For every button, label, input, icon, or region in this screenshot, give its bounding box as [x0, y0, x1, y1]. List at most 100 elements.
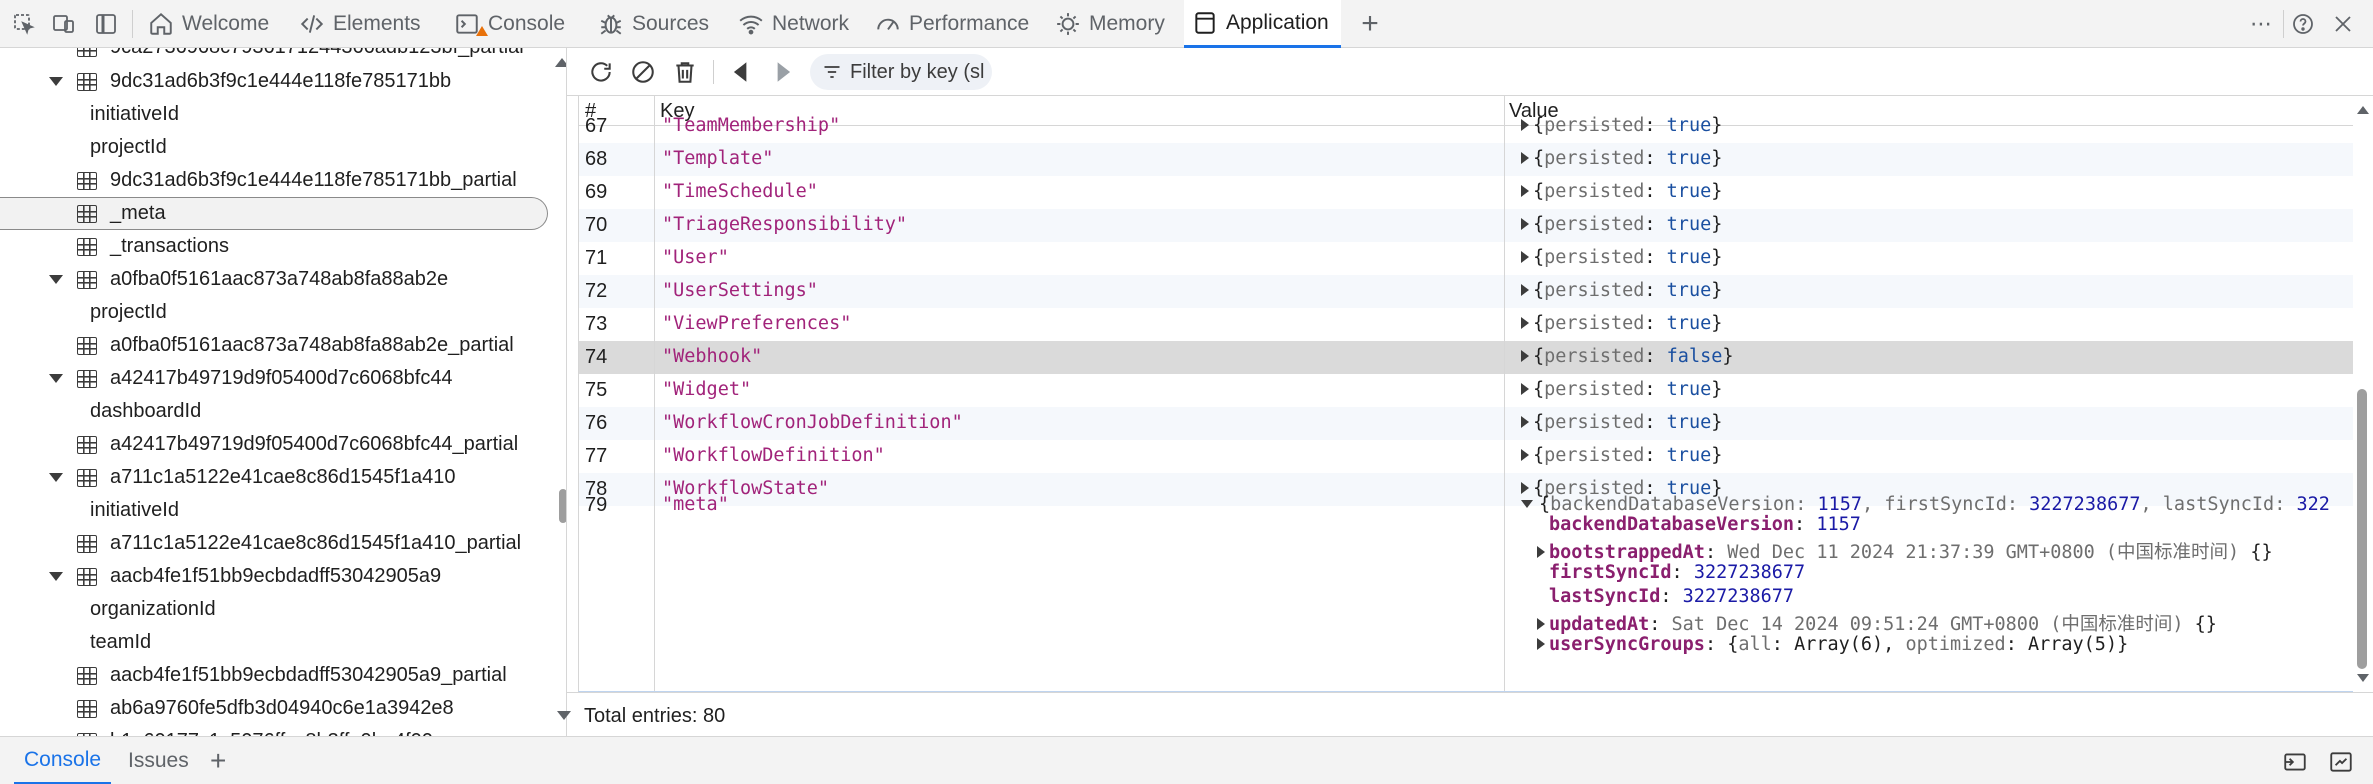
dock-side-icon[interactable]: [92, 10, 120, 38]
refresh-icon[interactable]: [587, 58, 615, 86]
row-value[interactable]: {persisted: false}: [1521, 346, 1734, 367]
row-value[interactable]: {persisted: true}: [1521, 379, 1722, 400]
tree-item[interactable]: a711c1a5122e41cae8c86d1545f1a410: [0, 461, 548, 494]
pane-divider[interactable]: [566, 48, 567, 736]
expand-arrow-icon[interactable]: [1521, 284, 1529, 296]
expand-arrow-icon[interactable]: [49, 572, 63, 581]
expand-arrow-icon[interactable]: [1521, 251, 1529, 263]
previous-page-icon[interactable]: [727, 58, 755, 86]
tab-welcome[interactable]: Welcome: [148, 0, 269, 48]
tree-item[interactable]: a0fba0f5161aac873a748ab8fa88ab2e_partial: [0, 329, 548, 362]
expand-arrow-icon[interactable]: [49, 77, 63, 86]
delete-selected-icon[interactable]: [671, 58, 699, 86]
row-value[interactable]: {persisted: true}: [1521, 412, 1722, 433]
collapse-arrow-icon[interactable]: [557, 711, 571, 720]
tree-item[interactable]: initiativeId: [0, 494, 548, 527]
expand-arrow-icon[interactable]: [1521, 350, 1529, 362]
row-value[interactable]: {persisted: true}: [1521, 280, 1722, 301]
tab-sources[interactable]: Sources: [598, 0, 709, 48]
expand-arrow-icon[interactable]: [49, 473, 63, 482]
tab-application[interactable]: Application: [1184, 0, 1341, 48]
meta-prop-bootstrapped-at[interactable]: bootstrappedAt: Wed Dec 11 2024 21:37:39…: [1537, 538, 2273, 564]
row-value[interactable]: {persisted: true}: [1521, 445, 1722, 466]
expand-arrow-icon[interactable]: [1521, 383, 1529, 395]
scrollbar-thumb[interactable]: [2357, 389, 2367, 669]
tab-performance[interactable]: Performance: [875, 0, 1029, 48]
scroll-up-icon[interactable]: [2357, 106, 2369, 114]
scroll-down-icon[interactable]: [2357, 674, 2369, 682]
row-value[interactable]: {persisted: true}: [1521, 313, 1722, 334]
expand-arrow-icon[interactable]: [1537, 638, 1545, 650]
tree-item[interactable]: dashboardId: [0, 395, 548, 428]
tree-item[interactable]: a0fba0f5161aac873a748ab8fa88ab2e: [0, 263, 548, 296]
expand-arrow-icon[interactable]: [1537, 546, 1545, 558]
row-value[interactable]: {persisted: true}: [1521, 247, 1722, 268]
tree-item[interactable]: 9dc31ad6b3f9c1e444e118fe785171bb_partial: [0, 164, 548, 197]
expand-arrow-icon[interactable]: [49, 374, 63, 383]
tree-item[interactable]: initiativeId: [0, 98, 548, 131]
clear-all-icon[interactable]: [629, 58, 657, 86]
table-row[interactable]: 69 "TimeSchedule" {persisted: true}: [579, 176, 2353, 209]
device-toolbar-icon[interactable]: [50, 10, 78, 38]
table-row[interactable]: 75 "Widget" {persisted: true}: [579, 374, 2353, 407]
tree-item[interactable]: 9dc31ad6b3f9c1e444e118fe785171bb: [0, 65, 548, 98]
expand-arrow-icon[interactable]: [1521, 119, 1529, 131]
tree-item[interactable]: ab6a9760fe5dfb3d04940c6e1a3942e8: [0, 692, 548, 725]
row-value[interactable]: {persisted: true}: [1521, 214, 1722, 235]
tree-item[interactable]: aacb4fe1f51bb9ecbdadff53042905a9: [0, 560, 548, 593]
table-row[interactable]: 74 "Webhook" {persisted: false}: [579, 341, 2353, 374]
meta-prop-user-sync-groups[interactable]: userSyncGroups: {all: Array(6), optimize…: [1537, 634, 2128, 655]
table-row[interactable]: 77 "WorkflowDefinition" {persisted: true}: [579, 440, 2353, 473]
column-divider[interactable]: [654, 96, 655, 691]
tree-item[interactable]: a42417b49719d9f05400d7c6068bfc44: [0, 362, 548, 395]
table-row[interactable]: 73 "ViewPreferences" {persisted: true}: [579, 308, 2353, 341]
collapse-arrow-icon[interactable]: [1521, 500, 1533, 508]
meta-prop-updated-at[interactable]: updatedAt: Sat Dec 14 2024 09:51:24 GMT+…: [1537, 610, 2217, 636]
tab-console[interactable]: Console: [454, 0, 565, 48]
expand-arrow-icon[interactable]: [1537, 618, 1545, 630]
add-tab-button[interactable]: +: [1356, 7, 1384, 40]
expand-arrow-icon[interactable]: [1521, 449, 1529, 461]
expand-arrow-icon[interactable]: [1521, 185, 1529, 197]
drawer-tab-issues[interactable]: Issues: [128, 737, 189, 784]
tab-network[interactable]: Network: [738, 0, 849, 48]
tree-item[interactable]: aacb4fe1f51bb9ecbdadff53042905a9_partial: [0, 659, 548, 692]
expand-arrow-icon[interactable]: [1521, 218, 1529, 230]
drawer-tab-console[interactable]: Console: [14, 737, 112, 784]
expand-arrow-icon[interactable]: [49, 275, 63, 284]
table-row-expanded[interactable]: 79 "meta" {backendDatabaseVersion: 1157,…: [579, 489, 2353, 691]
table-row[interactable]: 71 "User" {persisted: true}: [579, 242, 2353, 275]
tree-item-selected[interactable]: _meta: [0, 197, 548, 230]
inspect-element-icon[interactable]: [10, 10, 38, 38]
row-value-summary[interactable]: {backendDatabaseVersion: 1157, firstSync…: [1521, 494, 2330, 515]
tree-item[interactable]: b1e60177c1c5076ffcc8b3ffa9ba4f00: [0, 725, 548, 736]
tab-elements[interactable]: Elements: [299, 0, 421, 48]
next-page-icon[interactable]: [769, 58, 797, 86]
tab-memory[interactable]: Memory: [1055, 0, 1165, 48]
row-value[interactable]: {persisted: true}: [1521, 115, 1722, 136]
expand-drawer-icon[interactable]: [2328, 749, 2354, 775]
table-row[interactable]: 68 "Template" {persisted: true}: [579, 143, 2353, 176]
add-drawer-tab-button[interactable]: +: [210, 745, 226, 777]
table-row[interactable]: 70 "TriageResponsibility" {persisted: true…: [579, 209, 2353, 242]
close-devtools-icon[interactable]: [2329, 10, 2357, 38]
expand-arrow-icon[interactable]: [1521, 416, 1529, 428]
table-row[interactable]: 76 "WorkflowCronJobDefinition" {persisted:…: [579, 407, 2353, 440]
row-value[interactable]: {persisted: true}: [1521, 181, 1722, 202]
tree-item[interactable]: teamId: [0, 626, 548, 659]
grid-vertical-scrollbar[interactable]: [2353, 96, 2373, 692]
column-divider[interactable]: [1504, 96, 1505, 691]
tree-item[interactable]: 9ca2736968c7936171244366adb123bf_partial: [0, 48, 548, 64]
tree-item[interactable]: a42417b49719d9f05400d7c6068bfc44_partial: [0, 428, 548, 461]
tree-item[interactable]: _transactions: [0, 230, 548, 263]
help-icon[interactable]: [2289, 10, 2317, 38]
row-value[interactable]: {persisted: true}: [1521, 148, 1722, 169]
dock-drawer-icon[interactable]: [2282, 749, 2308, 775]
more-options-icon[interactable]: ⋯: [2247, 10, 2275, 38]
tree-item[interactable]: projectId: [0, 131, 548, 164]
expand-arrow-icon[interactable]: [1521, 152, 1529, 164]
tree-item[interactable]: a711c1a5122e41cae8c86d1545f1a410_partial: [0, 527, 548, 560]
expand-arrow-icon[interactable]: [1521, 317, 1529, 329]
tree-item[interactable]: organizationId: [0, 593, 548, 626]
tree-item[interactable]: projectId: [0, 296, 548, 329]
